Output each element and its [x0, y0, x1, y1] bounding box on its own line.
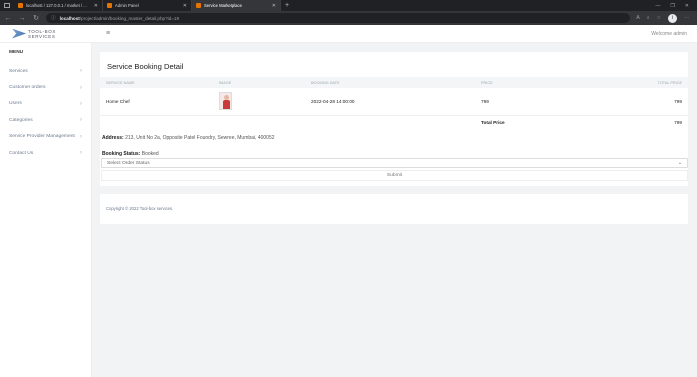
- browser-tab-service-marketplace[interactable]: Service Marketplace ✕: [192, 0, 281, 11]
- booking-status-value: Booked: [141, 151, 159, 157]
- logo-line-2: SERVICES: [28, 33, 56, 39]
- chevron-right-icon: ›: [80, 150, 82, 157]
- sidebar-item-label: Services: [9, 68, 28, 74]
- booking-detail-card: Service Booking Detail SERVICE NAME IMAG…: [100, 52, 688, 186]
- column-header: BOOKING DATE: [311, 80, 340, 85]
- total-price-label: Total Price: [481, 119, 505, 125]
- total-price-cell: 799: [674, 98, 682, 104]
- tab-title: Admin Panel: [115, 3, 139, 8]
- close-tab-icon[interactable]: ✕: [94, 3, 98, 9]
- sidebar-item-label: Service Provider Management: [9, 134, 75, 140]
- window-controls: — ❐ ✕: [655, 3, 697, 9]
- chevron-right-icon: ›: [80, 133, 82, 140]
- address-value: 213, Unit No 2a, Opposite Patel Foundry,…: [125, 135, 275, 141]
- sidebar-item-contact-us[interactable]: Contact Us ›: [0, 145, 91, 161]
- brand-logo[interactable]: TOOL-BOX SERVICES: [0, 25, 92, 43]
- forward-icon[interactable]: →: [18, 15, 26, 22]
- booking-table: SERVICE NAME IMAGE BOOKING DATE PRICE TO…: [100, 77, 688, 129]
- page-title: Service Booking Detail: [107, 62, 184, 71]
- booking-status-label: Booking Status:: [102, 151, 141, 157]
- more-menu-icon[interactable]: ⋯: [684, 15, 689, 21]
- browser-tab-admin-panel[interactable]: Admin Panel ✕: [103, 0, 192, 11]
- chevron-right-icon: ›: [80, 117, 82, 124]
- sidebar-item-label: Contact Us: [9, 150, 34, 156]
- sidebar-item-customer-orders[interactable]: Customer orders ›: [0, 79, 91, 95]
- welcome-text: Welcome admin: [651, 30, 687, 37]
- favorites-icon[interactable]: ☆: [657, 15, 661, 21]
- image-cell: [213, 88, 305, 115]
- booking-date-cell: 2022-04-28 14:00:00: [311, 98, 355, 104]
- site-info-icon[interactable]: ⓘ: [51, 15, 56, 21]
- chevron-right-icon: ›: [80, 68, 82, 75]
- booking-status-line: Booking Status: Booked: [101, 151, 688, 157]
- price-cell: 799: [481, 98, 489, 104]
- column-header: SERVICE NAME: [106, 80, 135, 85]
- total-price-value: 799: [674, 119, 682, 125]
- zoom-icon[interactable]: ⌕: [647, 15, 650, 21]
- order-status-select[interactable]: Select Order Status ⌄: [101, 158, 688, 168]
- app-header: TOOL-BOX SERVICES ≡ Welcome admin: [0, 25, 697, 43]
- tab-title: Service Marketplace: [204, 3, 242, 8]
- sidebar: MENU Services › Customer orders › Users …: [0, 43, 92, 377]
- submit-button[interactable]: Submit: [101, 170, 688, 181]
- column-header: TOTAL PRICE: [657, 80, 682, 85]
- table-header-row: SERVICE NAME IMAGE BOOKING DATE PRICE TO…: [100, 77, 688, 88]
- address-bar[interactable]: ⓘ localhost/project/admin/booking_master…: [46, 13, 631, 23]
- sidebar-item-label: Customer orders: [9, 85, 46, 91]
- order-status-selected-value: Select Order Status: [107, 160, 150, 166]
- tab-title: localhost / 127.0.0.1 / market / ...: [26, 3, 87, 8]
- service-image: [219, 92, 232, 111]
- browser-toolbar: ← → ↻ ⓘ localhost/project/admin/booking_…: [0, 11, 697, 25]
- service-name-cell: Home Chef: [106, 98, 130, 104]
- sidebar-item-services[interactable]: Services ›: [0, 63, 91, 79]
- hamburger-menu-icon[interactable]: ≡: [106, 30, 110, 37]
- browser-tab-bar: localhost / 127.0.0.1 / market / ... ✕ A…: [0, 0, 697, 11]
- browser-tab-phpmyadmin[interactable]: localhost / 127.0.0.1 / market / ... ✕: [14, 0, 103, 11]
- column-header: PRICE: [481, 80, 493, 85]
- browser-tools: A ⌕ ☆ i ⋯: [636, 13, 693, 23]
- footer: Copyright © 2022 Tool-box services.: [100, 194, 688, 224]
- new-tab-icon[interactable]: +: [281, 2, 293, 9]
- url-path: /project/admin/booking_master_detail.php…: [79, 15, 179, 21]
- maximize-icon[interactable]: ❐: [670, 3, 674, 9]
- sidebar-item-label: Users: [9, 101, 22, 107]
- column-header: IMAGE: [219, 80, 232, 85]
- reload-icon[interactable]: ↻: [32, 14, 40, 22]
- total-row: Total Price 799: [100, 115, 688, 129]
- sidebar-item-categories[interactable]: Categories ›: [0, 112, 91, 128]
- copyright-text: Copyright © 2022 Tool-box services.: [106, 206, 174, 211]
- url-host: localhost: [59, 15, 80, 21]
- tab-favicon-icon: [196, 3, 201, 8]
- close-tab-icon[interactable]: ✕: [183, 3, 187, 9]
- sidebar-item-service-provider-management[interactable]: Service Provider Management ›: [0, 129, 91, 145]
- window-menu-icon[interactable]: [0, 0, 14, 11]
- logo-icon: [12, 28, 26, 39]
- back-icon[interactable]: ←: [4, 15, 12, 22]
- table-row: Home Chef 2022-04-28 14:00:00 799 799: [100, 88, 688, 115]
- address-line: Address: 213, Unit No 2a, Opposite Patel…: [101, 135, 688, 141]
- logo-line-1: TOOL-BOX: [28, 28, 56, 34]
- sidebar-item-label: Categories: [9, 117, 33, 123]
- chevron-down-icon: ⌄: [677, 161, 682, 166]
- read-aloud-icon[interactable]: A: [636, 15, 639, 21]
- tab-favicon-icon: [107, 3, 112, 8]
- close-tab-icon[interactable]: ✕: [272, 3, 276, 9]
- sidebar-title: MENU: [9, 50, 24, 55]
- profile-avatar[interactable]: i: [668, 13, 677, 23]
- minimize-icon[interactable]: —: [655, 3, 660, 9]
- chevron-right-icon: ›: [80, 84, 82, 91]
- chevron-right-icon: ›: [80, 100, 82, 107]
- sidebar-item-users[interactable]: Users ›: [0, 96, 91, 112]
- address-label: Address:: [102, 135, 124, 141]
- close-window-icon[interactable]: ✕: [685, 3, 689, 9]
- tab-favicon-icon: [18, 3, 23, 8]
